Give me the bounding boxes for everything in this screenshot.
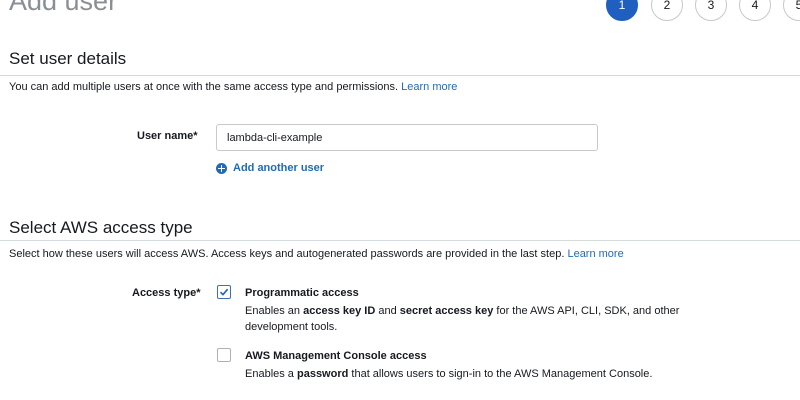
user-details-help: You can add multiple users at once with …: [9, 81, 457, 93]
console-access-title: AWS Management Console access: [245, 350, 427, 362]
checkmark-icon: [219, 288, 229, 296]
desc-bold-text: password: [296, 368, 349, 380]
learn-more-link[interactable]: Learn more: [567, 248, 623, 260]
console-access-desc: Enables a password that allows users to …: [245, 366, 705, 382]
programmatic-access-desc: Enables an access key ID and secret acce…: [245, 303, 705, 335]
desc-text: Enables a: [245, 368, 297, 380]
desc-bold-text: access key ID: [303, 305, 376, 317]
console-access-checkbox[interactable]: [217, 348, 231, 362]
programmatic-access-checkbox[interactable]: [217, 285, 231, 299]
step-5[interactable]: 5: [783, 0, 800, 21]
desc-text: and: [375, 305, 400, 317]
desc-text: that allows users to sign-in to the AWS …: [348, 368, 653, 380]
user-name-input[interactable]: [216, 124, 598, 151]
desc-bold-text: secret access key: [399, 305, 494, 317]
desc-text: Enables an: [245, 305, 304, 317]
step-4[interactable]: 4: [739, 0, 771, 21]
add-another-user-button[interactable]: Add another user: [216, 162, 324, 174]
learn-more-link[interactable]: Learn more: [401, 81, 457, 93]
step-3[interactable]: 3: [695, 0, 727, 21]
add-user-page: Add user 1 2 3 4 5 Set user details You …: [0, 0, 800, 400]
add-another-user-label: Add another user: [233, 162, 325, 174]
user-details-help-text: You can add multiple users at once with …: [9, 81, 399, 93]
access-type-label: Access type*: [132, 287, 201, 299]
plus-circle-icon: [216, 162, 227, 174]
user-name-label: User name*: [137, 130, 198, 142]
step-2[interactable]: 2: [651, 0, 683, 21]
section-divider: [0, 240, 800, 241]
step-1[interactable]: 1: [606, 0, 638, 21]
access-type-help-text: Select how these users will access AWS. …: [9, 248, 565, 260]
access-type-help: Select how these users will access AWS. …: [9, 248, 624, 260]
access-type-heading: Select AWS access type: [9, 218, 193, 237]
programmatic-access-title: Programmatic access: [245, 287, 359, 299]
section-divider: [0, 75, 800, 76]
user-details-heading: Set user details: [9, 49, 127, 68]
wizard-steps: 1 2 3 4 5: [0, 0, 800, 24]
